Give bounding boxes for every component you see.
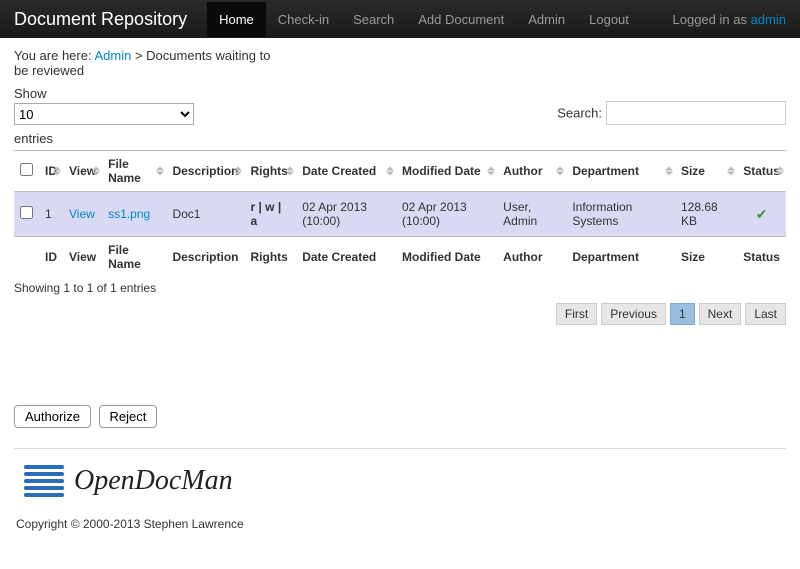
fcol-author: Author	[497, 237, 566, 278]
breadcrumb-prefix: You are here:	[14, 48, 94, 63]
fcol-date-created: Date Created	[296, 237, 396, 278]
col-rights[interactable]: Rights	[244, 151, 296, 192]
length-select[interactable]: 10	[14, 103, 194, 125]
col-description[interactable]: Description	[166, 151, 244, 192]
col-status[interactable]: Status	[737, 151, 786, 192]
breadcrumb: You are here: Admin > Documents waiting …	[14, 48, 274, 78]
page-1[interactable]: 1	[670, 303, 695, 325]
col-view[interactable]: View	[63, 151, 102, 192]
nav-checkin[interactable]: Check-in	[266, 2, 341, 37]
col-department[interactable]: Department	[566, 151, 675, 192]
cell-rights: r | w | a	[244, 192, 296, 237]
fcol-file-name: File Name	[102, 237, 166, 278]
authorize-button[interactable]: Authorize	[14, 405, 91, 428]
cell-status: ✔	[737, 192, 786, 237]
book-icon	[24, 465, 64, 497]
cell-description: Doc1	[166, 192, 244, 237]
documents-table: ID View File Name Description Rights Dat…	[14, 150, 786, 277]
nav-search[interactable]: Search	[341, 2, 406, 37]
login-status-text: Logged in as	[673, 12, 751, 27]
col-file-name[interactable]: File Name	[102, 151, 166, 192]
show-label: Show	[14, 86, 194, 101]
fcol-view: View	[63, 237, 102, 278]
footer-logo: OpenDocMan	[24, 465, 786, 497]
action-buttons: Authorize Reject	[14, 405, 786, 428]
page-previous[interactable]: Previous	[601, 303, 666, 325]
col-author[interactable]: Author	[497, 151, 566, 192]
cell-id: 1	[39, 192, 63, 237]
login-user-link[interactable]: admin	[751, 12, 786, 27]
search-label: Search:	[557, 106, 602, 121]
brand-title: Document Repository	[14, 9, 187, 30]
cell-size: 128.68 KB	[675, 192, 737, 237]
page-first[interactable]: First	[556, 303, 597, 325]
search-control: Search:	[557, 101, 786, 125]
cell-department: Information Systems	[566, 192, 675, 237]
col-date-created[interactable]: Date Created	[296, 151, 396, 192]
breadcrumb-sep: >	[131, 48, 146, 63]
main-nav: Home Check-in Search Add Document Admin …	[207, 2, 641, 37]
page-last[interactable]: Last	[745, 303, 786, 325]
entries-label: entries	[14, 131, 786, 146]
cell-author: User, Admin	[497, 192, 566, 237]
fcol-id: ID	[39, 237, 63, 278]
select-all-checkbox[interactable]	[20, 163, 33, 176]
fcol-modified-date: Modified Date	[396, 237, 497, 278]
row-checkbox[interactable]	[20, 206, 33, 219]
file-name-link[interactable]: ss1.png	[108, 207, 150, 221]
footer-divider	[14, 448, 786, 449]
length-control: Show 10	[14, 86, 194, 125]
nav-logout[interactable]: Logout	[577, 2, 641, 37]
table-footer-row: ID View File Name Description Rights Dat…	[14, 237, 786, 278]
nav-add-document[interactable]: Add Document	[406, 2, 516, 37]
fcol-department: Department	[566, 237, 675, 278]
col-size[interactable]: Size	[675, 151, 737, 192]
col-checkbox	[14, 151, 39, 192]
login-status: Logged in as admin	[673, 12, 787, 27]
col-id[interactable]: ID	[39, 151, 63, 192]
breadcrumb-admin-link[interactable]: Admin	[94, 48, 131, 63]
top-navbar: Document Repository Home Check-in Search…	[0, 0, 800, 38]
fcol-rights: Rights	[244, 237, 296, 278]
fcol-description: Description	[166, 237, 244, 278]
page-next[interactable]: Next	[699, 303, 742, 325]
nav-home[interactable]: Home	[207, 2, 266, 37]
col-modified-date[interactable]: Modified Date	[396, 151, 497, 192]
pagination: First Previous 1 Next Last	[14, 303, 786, 325]
fcol-status: Status	[737, 237, 786, 278]
nav-admin[interactable]: Admin	[516, 2, 577, 37]
copyright: Copyright © 2000-2013 Stephen Lawrence	[16, 517, 786, 531]
search-input[interactable]	[606, 101, 786, 125]
cell-modified-date: 02 Apr 2013 (10:00)	[396, 192, 497, 237]
checkmark-icon: ✔	[756, 206, 768, 222]
reject-button[interactable]: Reject	[99, 405, 158, 428]
fcol-size: Size	[675, 237, 737, 278]
product-name: OpenDocMan	[74, 465, 233, 497]
table-info: Showing 1 to 1 of 1 entries	[14, 281, 786, 295]
view-link[interactable]: View	[69, 207, 95, 221]
table-row: 1 View ss1.png Doc1 r | w | a 02 Apr 201…	[14, 192, 786, 237]
table-header-row: ID View File Name Description Rights Dat…	[14, 151, 786, 192]
cell-date-created: 02 Apr 2013 (10:00)	[296, 192, 396, 237]
